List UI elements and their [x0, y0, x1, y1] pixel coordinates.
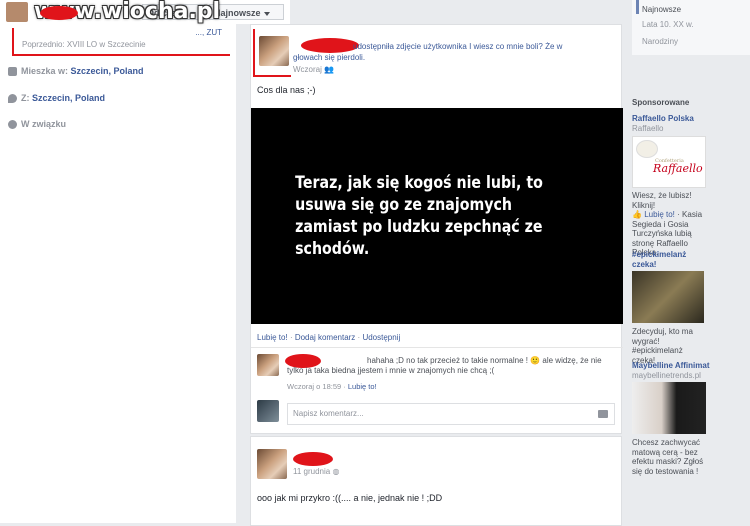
lives-label: Mieszka w:: [21, 66, 71, 76]
hometown-row: Z: Szczecin, Poland: [8, 93, 105, 104]
from-label: Z:: [21, 93, 32, 103]
ad-image[interactable]: [632, 382, 706, 434]
profile-sidebar: ..., ZUT Poprzednio: XVIII LO w Szczecin…: [0, 0, 236, 523]
ad-body: Wiesz, że lubisz! Kliknij!: [632, 191, 692, 210]
comment-input[interactable]: Napisz komentarz...: [287, 403, 615, 425]
post-header-text[interactable]: udostępniła zdjęcie użytkownika I wiesz …: [293, 42, 562, 62]
home-icon: [8, 67, 17, 77]
like-button[interactable]: Lubię to!: [257, 333, 288, 342]
heart-icon: [8, 120, 17, 130]
lives-in-row: Mieszka w: Szczecin, Poland: [8, 66, 144, 77]
sort-filter-dropdown[interactable]: Najnowsze: [209, 4, 284, 20]
nav-item-born[interactable]: Narodziny: [642, 37, 678, 46]
highlight-underline: [12, 54, 230, 56]
comment-meta: Wczoraj o 18:59 · Lubię to!: [287, 382, 377, 391]
timeline-nav: Najnowsze Lata 10. XX w. Narodziny: [632, 0, 750, 55]
highlight-frame: [12, 28, 230, 56]
globe-icon: ◍: [332, 467, 340, 476]
comment-text: hahaha ;D no tak przecież to takie norma…: [287, 356, 602, 375]
comment-like-button[interactable]: Lubię to!: [348, 382, 377, 391]
post-card: 11 grudnia ◍ ooo jak mi przykro :((.... …: [250, 436, 622, 526]
ad-title[interactable]: Raffaello Polska: [632, 114, 707, 124]
from-value[interactable]: Szczecin, Poland: [32, 93, 105, 103]
sort-filter-label: Najnowsze: [214, 8, 261, 18]
post-caption: Cos dla nas ;-): [257, 85, 316, 95]
avatar[interactable]: [257, 354, 279, 376]
comments-section: hahaha ;D no tak przecież to takie norma…: [251, 347, 623, 425]
comment-input-placeholder: Napisz komentarz...: [293, 409, 364, 418]
sponsored-heading: Sponsorowane: [632, 98, 690, 107]
ad-body: Chcesz zachwycać matową cerą - bez efekt…: [632, 438, 704, 476]
location-pin-icon: [8, 94, 17, 104]
relationship-row: W związku: [8, 119, 67, 130]
ad-epickimelanz[interactable]: #epickimelanż czeka! Zdecyduj, kto ma wy…: [632, 250, 708, 365]
nav-item-latest[interactable]: Najnowsze: [642, 5, 681, 14]
right-sidebar: Najnowsze Lata 10. XX w. Narodziny Spons…: [624, 0, 750, 523]
chevron-down-icon: [263, 11, 270, 16]
post-timestamp[interactable]: Wczoraj 👥: [293, 65, 334, 74]
post-card: udostępniła zdjęcie użytkownika I wiesz …: [250, 24, 623, 434]
post-timestamp[interactable]: 11 grudnia ◍: [293, 467, 339, 476]
like-icon: 👍: [632, 210, 642, 219]
avatar[interactable]: [6, 2, 28, 22]
redaction-mark: [293, 452, 333, 466]
ad-image[interactable]: [632, 271, 704, 323]
avatar: [257, 400, 279, 422]
comment-body: hahaha ;D no tak przecież to takie norma…: [287, 356, 617, 376]
ad-like-button[interactable]: Lubię to!: [644, 210, 675, 219]
redaction-mark: [40, 6, 78, 20]
photo-text: Teraz, jak się kogoś nie lubi, to usuwa …: [295, 173, 543, 258]
raffaello-logo[interactable]: Confetteria Raffaello: [632, 136, 706, 188]
lives-value[interactable]: Szczecin, Poland: [71, 66, 144, 76]
ad-body: Zdecyduj, kto ma wygrać! #epickimelanż c…: [632, 327, 693, 365]
comment-button[interactable]: Dodaj komentarz: [295, 333, 355, 342]
ad-maybelline[interactable]: Maybelline Affinimat maybellinetrends.pl…: [632, 361, 710, 476]
share-button[interactable]: Udostępnij: [362, 333, 400, 342]
post-photo[interactable]: Teraz, jak się kogoś nie lubi, to usuwa …: [251, 108, 623, 324]
comment-time[interactable]: Wczoraj o 18:59: [287, 382, 341, 391]
post-header: udostępniła zdjęcie użytkownika I wiesz …: [293, 41, 593, 63]
friends-icon: 👥: [324, 65, 335, 74]
relationship-value: W związku: [21, 119, 67, 129]
ad-subtitle: Raffaello: [632, 123, 664, 133]
highlight-frame: [253, 29, 291, 77]
nav-indicator: [636, 0, 639, 14]
avatar[interactable]: [257, 449, 287, 479]
post-actions: Lubię to! · Dodaj komentarz · Udostępnij: [257, 333, 401, 342]
camera-icon[interactable]: [598, 410, 608, 418]
ad-title[interactable]: #epickimelanż czeka!: [632, 250, 708, 269]
post-text: ooo jak mi przykro :((.... a nie, jednak…: [257, 493, 443, 503]
ad-subtitle: maybellinetrends.pl: [632, 370, 701, 380]
nav-item-2010s[interactable]: Lata 10. XX w.: [642, 20, 694, 29]
ad-raffaello[interactable]: Raffaello Polska Raffaello Confetteria R…: [632, 114, 707, 258]
ad-title[interactable]: Maybelline Affinimat: [632, 361, 710, 371]
